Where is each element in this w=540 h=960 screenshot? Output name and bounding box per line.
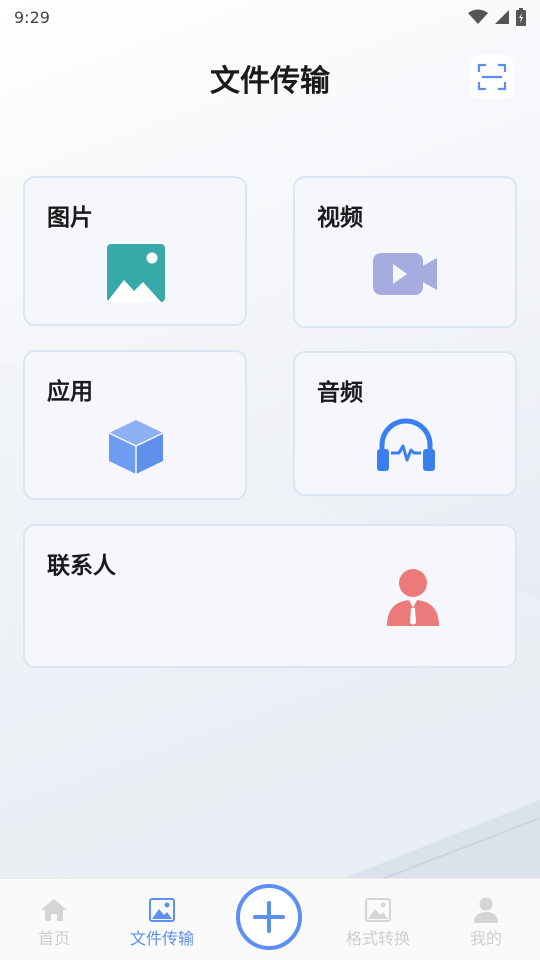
battery-icon (516, 8, 526, 26)
image-icon (107, 244, 165, 302)
signal-icon (495, 10, 509, 24)
image-icon (149, 898, 175, 922)
tab-transfer-label: 文件传输 (129, 929, 194, 948)
tab-profile[interactable]: 我的 (446, 879, 526, 960)
add-button[interactable] (236, 884, 302, 950)
cube-icon (108, 420, 164, 474)
person-icon (387, 569, 439, 626)
card-images-label: 图片 (47, 205, 93, 231)
tab-home[interactable]: 首页 (14, 879, 94, 960)
home-icon (41, 899, 67, 921)
card-contacts-label: 联系人 (47, 553, 116, 579)
wifi-icon (468, 9, 488, 24)
status-time: 9:29 (14, 7, 50, 27)
plus-icon (253, 901, 285, 933)
status-icons (468, 8, 526, 26)
status-bar: 9:29 (0, 0, 540, 34)
card-contacts[interactable]: 联系人 (23, 524, 517, 668)
card-apps-label: 应用 (47, 379, 93, 405)
image-icon (365, 898, 391, 922)
card-images[interactable]: 图片 (23, 176, 247, 326)
tab-convert-label: 格式转换 (345, 929, 410, 948)
card-video-label: 视频 (317, 205, 363, 231)
tab-transfer[interactable]: 文件传输 (122, 879, 202, 960)
video-camera-icon (373, 253, 437, 295)
card-video[interactable]: 视频 (293, 176, 517, 328)
page-title: 文件传输 (210, 64, 330, 99)
card-audio-label: 音频 (317, 380, 363, 406)
scan-button[interactable] (470, 55, 514, 99)
tab-convert[interactable]: 格式转换 (338, 879, 418, 960)
card-audio[interactable]: 音频 (293, 351, 517, 496)
card-apps[interactable]: 应用 (23, 350, 247, 500)
user-icon (474, 897, 498, 923)
scan-icon (477, 63, 507, 91)
headphones-icon (377, 418, 435, 471)
tab-home-label: 首页 (37, 929, 70, 948)
tab-profile-label: 我的 (469, 929, 502, 948)
